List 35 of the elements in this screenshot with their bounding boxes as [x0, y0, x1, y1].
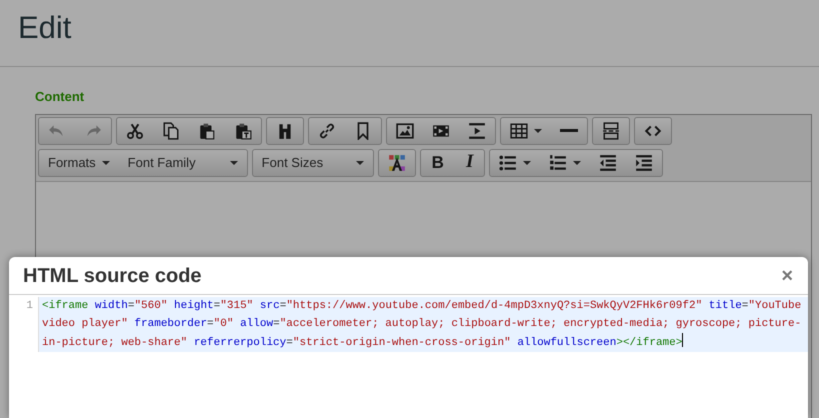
dropdown-button[interactable]: Font Family: [118, 150, 247, 176]
format-button[interactable]: B: [420, 150, 455, 176]
image-icon: [396, 122, 414, 140]
format-button[interactable]: I: [454, 150, 484, 176]
line-number: 1: [9, 297, 39, 352]
indent-icon: [635, 154, 654, 172]
clipboard-icon: [234, 122, 252, 140]
bullet-list-icon: [499, 154, 518, 172]
numbered-list-icon: [549, 154, 568, 172]
caret-icon: [102, 160, 110, 164]
scissors-icon: [126, 122, 144, 140]
dropdown-button[interactable]: Formats: [39, 150, 119, 176]
caret-icon: [523, 160, 532, 164]
caret-icon: [534, 128, 542, 132]
paste-icon: [198, 122, 216, 140]
caret-icon: [230, 160, 238, 164]
page-break-icon: [602, 122, 620, 140]
link-icon: [318, 122, 336, 140]
field-label: Content: [35, 88, 86, 106]
code-line: in-picture; web-share" referrerpolicy="strict-origin-when-cross-origin" allowfullscreen></iframe>: [42, 333, 808, 352]
insert-icon: [468, 122, 486, 140]
horizontal-line-icon: [560, 129, 578, 132]
page-title: Edit: [18, 9, 72, 47]
caret-icon: [356, 160, 364, 164]
code-line: <iframe width="560" height="315" src="https://www.youtube.com/embed/d-4mpD3xnyQ?si=SwkQyV2FHk6r09f2" title="YouTube: [42, 299, 802, 314]
code-editor[interactable]: [39, 297, 808, 352]
close-button[interactable]: ×: [781, 266, 793, 286]
table-icon: [510, 122, 528, 140]
caret-icon: [573, 160, 582, 164]
dialog-title: HTML source code: [23, 264, 202, 288]
copy-icon: [162, 122, 180, 140]
text-color-icon: [388, 154, 406, 172]
dropdown-button[interactable]: Font Sizes: [252, 150, 373, 176]
outdent-icon: [599, 154, 618, 172]
code-line: video player" frameborder="0" allow="accelerometer; autoplay; clipboard-write; encrypted-media; gyroscope; picture-: [42, 317, 802, 332]
